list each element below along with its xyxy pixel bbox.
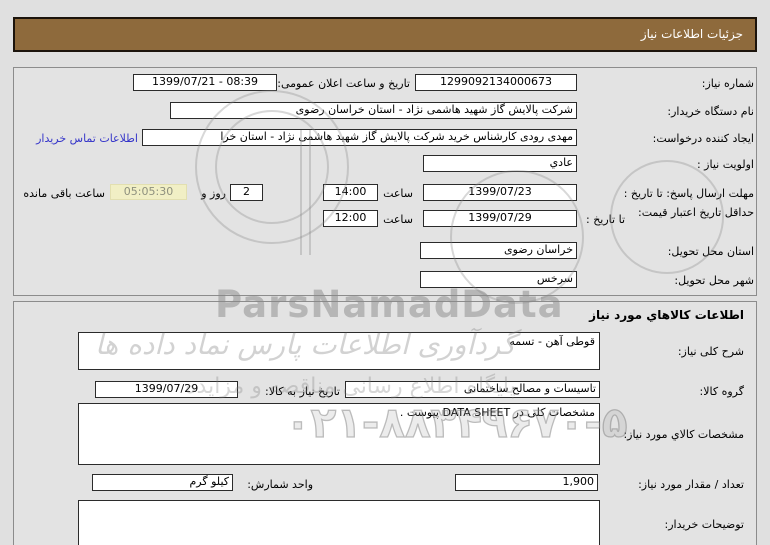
hours-remaining-label: ساعت باقی مانده [23,187,105,200]
delivery-province-label: استان محل تحویل: [667,245,754,258]
general-desc-field[interactable]: قوطی آهن - تسمه [78,332,600,370]
page-title: جزئیات اطلاعات نیاز [13,17,757,52]
priority-field[interactable]: عادي [423,155,577,172]
need-details-page: جزئیات اطلاعات نیاز شماره نیاز: 12990921… [0,0,770,545]
goods-group-field[interactable]: تاسیسات و مصالح ساختمانی [345,381,600,398]
price-validity-time-field[interactable]: 12:00 [323,210,378,227]
general-desc-label: شرح کلی نیاز: [677,345,744,358]
price-validity-date-field[interactable]: 1399/07/29 [423,210,577,227]
delivery-province-field[interactable]: خراسان رضوی [420,242,577,259]
remaining-days-field[interactable]: 2 [230,184,263,201]
priority-label: اولویت نیاز : [696,158,754,171]
announce-datetime-field[interactable]: 1399/07/21 - 08:39 [133,74,277,91]
reply-deadline-label: مهلت ارسال پاسخ: تا تاریخ : [623,187,754,200]
goods-section-title: اطلاعات کالاهاي مورد نياز [589,308,744,322]
reply-deadline-date-field[interactable]: 1399/07/23 [423,184,577,201]
buyer-contact-link[interactable]: اطلاعات تماس خریدار [36,132,138,145]
quantity-label: تعداد / مقدار مورد نیاز: [638,478,744,491]
specs-label: مشخصات کالاي مورد نیاز: [623,428,744,441]
price-validity-label: حداقل تاریخ اعتبار قیمت: [638,206,754,219]
delivery-city-label: شهر محل تحویل: [674,274,754,287]
reply-deadline-hour-label: ساعت [383,187,413,200]
quantity-field[interactable]: 1,900 [455,474,598,491]
delivery-city-field[interactable]: سرخس [420,271,577,288]
unit-field[interactable]: کیلو گرم [92,474,233,491]
announce-datetime-label: تاریخ و ساعت اعلان عمومی: [277,77,410,90]
specs-field[interactable]: مشخصات کلی در DATA SHEET پیوست . [78,403,600,465]
request-creator-label: ایجاد کننده درخواست: [652,132,754,145]
buyer-notes-field[interactable] [78,500,600,545]
buyer-org-field[interactable]: شرکت پالایش گاز شهید هاشمی نژاد - استان … [170,102,577,119]
need-date-label: تاریخ نیاز به کالا: [265,385,340,398]
request-creator-field[interactable]: مهدی رودی کارشناس خرید شرکت پالایش گاز ش… [142,129,577,146]
unit-label: واحد شمارش: [247,478,313,491]
need-number-field[interactable]: 1299092134000673 [415,74,577,91]
days-and-label: روز و [201,187,226,200]
buyer-notes-label: توضیحات خریدار: [664,518,745,531]
buyer-org-label: نام دستگاه خریدار: [667,105,754,118]
goods-group-label: گروه کالا: [699,385,744,398]
price-validity-hour-label: ساعت [383,213,413,226]
need-date-field[interactable]: 1399/07/29 [95,381,238,398]
price-validity-until-label: تا تاریخ : [586,213,625,226]
need-number-label: شماره نیاز: [701,77,754,90]
reply-deadline-time-field[interactable]: 14:00 [323,184,378,201]
countdown-timer: 05:05:30 [110,184,187,200]
